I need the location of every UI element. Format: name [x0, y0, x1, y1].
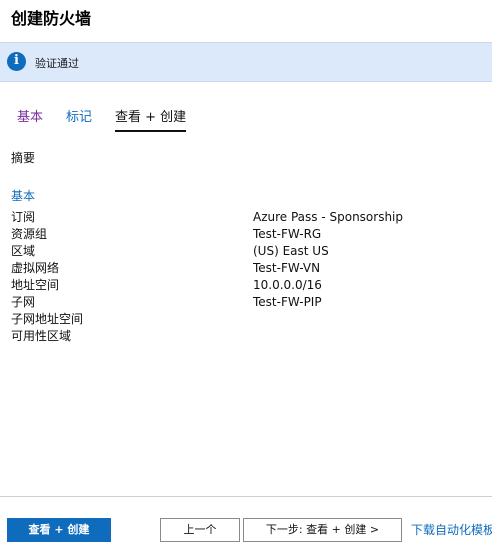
download-template-link[interactable]: 下载自动化模板: [411, 521, 492, 538]
row-key: 订阅: [11, 210, 36, 224]
create-firewall-page: 创建防火墙 i 验证通过 基本 标记 查看 + 创建 摘要 基本 订阅 Azur…: [0, 0, 492, 547]
section-title-basics: 基本: [11, 189, 36, 203]
row-value: Test-FW-PIP: [253, 295, 322, 309]
tab-basics[interactable]: 基本: [17, 108, 43, 130]
row-key: 地址空间: [11, 278, 60, 292]
summary-row: 地址空间 10.0.0.0/16: [11, 277, 481, 294]
review-create-button[interactable]: 查看 + 创建: [7, 518, 111, 542]
footer-divider: [0, 496, 492, 497]
info-icon: i: [7, 52, 26, 71]
summary-row: 资源组 Test-FW-RG: [11, 226, 481, 243]
validation-message: 验证通过: [35, 57, 79, 70]
row-value: Azure Pass - Sponsorship: [253, 210, 404, 224]
row-value: Test-FW-RG: [253, 227, 322, 241]
row-key: 子网地址空间: [11, 312, 84, 326]
row-key: 可用性区域: [11, 329, 72, 343]
summary-heading: 摘要: [11, 151, 36, 165]
previous-button[interactable]: 上一个: [160, 518, 240, 542]
summary-row: 可用性区域: [11, 328, 481, 345]
summary-row: 订阅 Azure Pass - Sponsorship: [11, 209, 481, 226]
summary-row: 区域 (US) East US: [11, 243, 481, 260]
wizard-tabs: 基本 标记 查看 + 创建: [0, 108, 492, 134]
page-title: 创建防火墙: [11, 9, 92, 28]
tab-tags[interactable]: 标记: [66, 108, 92, 130]
row-value: (US) East US: [253, 244, 329, 258]
row-value: Test-FW-VN: [253, 261, 321, 275]
summary-row: 虚拟网络 Test-FW-VN: [11, 260, 481, 277]
summary-rows: 订阅 Azure Pass - Sponsorship 资源组 Test-FW-…: [11, 209, 481, 345]
validation-banner: i 验证通过: [0, 42, 492, 82]
next-button[interactable]: 下一步: 查看 + 创建 >: [243, 518, 402, 542]
row-key: 资源组: [11, 227, 48, 241]
row-key: 虚拟网络: [11, 261, 60, 275]
row-key: 子网: [11, 295, 36, 309]
tab-review-create[interactable]: 查看 + 创建: [115, 108, 187, 132]
row-key: 区域: [11, 244, 36, 258]
row-value: 10.0.0.0/16: [253, 278, 322, 292]
summary-row: 子网地址空间: [11, 311, 481, 328]
summary-row: 子网 Test-FW-PIP: [11, 294, 481, 311]
